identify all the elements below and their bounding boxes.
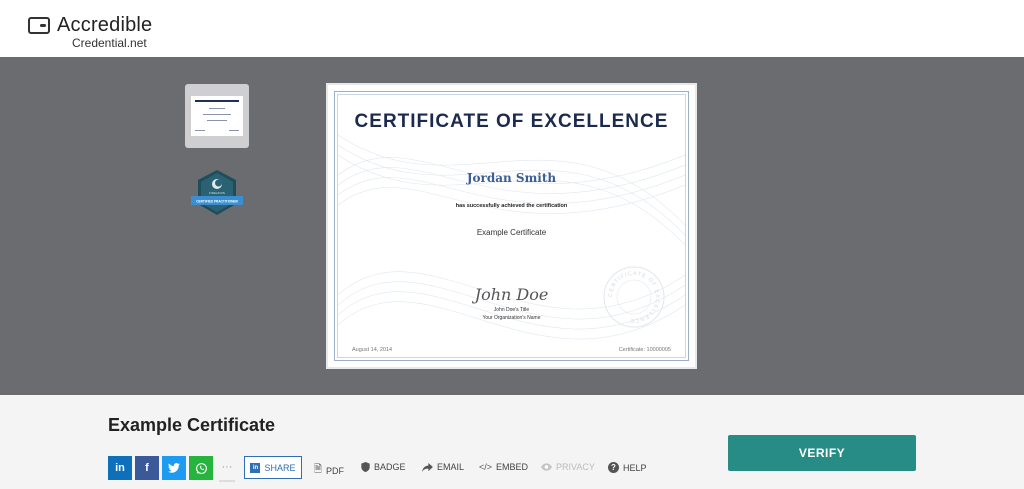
whatsapp-icon <box>195 462 207 474</box>
badge-label: BADGE <box>374 462 406 472</box>
certificate-name: Example Certificate <box>476 228 547 237</box>
help-button[interactable]: ? HELP <box>608 462 647 473</box>
accredible-logo[interactable]: Accredible Credential.net <box>28 14 158 50</box>
recipient-name: Jordan Smith <box>466 171 557 185</box>
badge-thumbnail[interactable]: FIDELIOUS CERTIFIED PRACTITIONER <box>191 170 243 216</box>
shield-icon <box>361 462 370 472</box>
pdf-file-icon: 🗎 <box>314 464 323 475</box>
whatsapp-share-button[interactable] <box>189 456 213 480</box>
badge-thumbnail-label: CERTIFIED PRACTITIONER <box>196 200 238 204</box>
eye-icon <box>541 463 552 471</box>
issue-date: August 14, 2014 <box>352 347 393 353</box>
email-label: EMAIL <box>437 462 465 472</box>
certificate-preview[interactable]: CERTIFICATE OF EXCELLENCE Jordan Smith h… <box>326 83 697 369</box>
help-icon: ? <box>608 462 619 473</box>
badge-thumbnail-org: FIDELIOUS <box>209 191 225 195</box>
share-label: SHARE <box>264 462 296 473</box>
more-share-options-button[interactable]: ··· <box>219 456 235 482</box>
badge-button[interactable]: BADGE <box>361 462 406 472</box>
privacy-button[interactable]: PRIVACY <box>541 462 595 472</box>
twitter-share-button[interactable] <box>162 456 186 480</box>
brand-domain: Credential.net <box>72 36 147 50</box>
verify-label: VERIFY <box>798 446 846 460</box>
embed-label: EMBED <box>496 462 529 472</box>
linkedin-share-profile-button[interactable]: in SHARE <box>244 456 302 479</box>
embed-button[interactable]: </> EMBED <box>479 462 528 472</box>
brand-name: Accredible <box>57 14 153 36</box>
certificate-seal: CERTIFICATE OF EXCELLENCE <box>603 266 665 328</box>
email-button[interactable]: EMAIL <box>422 462 464 472</box>
linkedin-share-button[interactable]: in <box>108 456 132 480</box>
pdf-button[interactable]: 🗎 PDF <box>314 462 344 479</box>
code-icon: </> <box>479 462 493 472</box>
achievement-text: has successfully achieved the certificat… <box>455 203 568 209</box>
certificate-thumbnail-preview <box>191 96 243 136</box>
svg-text:CERTIFICATE OF EXCELLENCE: CERTIFICATE OF EXCELLENCE <box>608 271 660 323</box>
certificate-title: CERTIFICATE OF EXCELLENCE <box>354 111 669 132</box>
seal-text: CERTIFICATE OF EXCELLENCE <box>608 271 659 323</box>
credential-title: Example Certificate <box>108 415 276 435</box>
twitter-icon <box>168 463 180 473</box>
linkedin-icon: in <box>250 462 261 473</box>
certificate-thumbnail[interactable] <box>185 84 249 148</box>
wallet-icon <box>28 17 50 34</box>
privacy-label: PRIVACY <box>556 462 595 472</box>
pdf-label: PDF <box>326 465 345 476</box>
certificate-number: Certificate: 10000005 <box>618 347 671 353</box>
linkedin-icon: in <box>115 462 125 474</box>
share-arrow-icon <box>422 462 433 472</box>
top-bar: Accredible Credential.net <box>0 0 1024 58</box>
facebook-icon: f <box>145 462 149 474</box>
help-label: HELP <box>623 462 647 473</box>
facebook-share-button[interactable]: f <box>135 456 159 480</box>
verify-button[interactable]: VERIFY <box>728 435 916 471</box>
